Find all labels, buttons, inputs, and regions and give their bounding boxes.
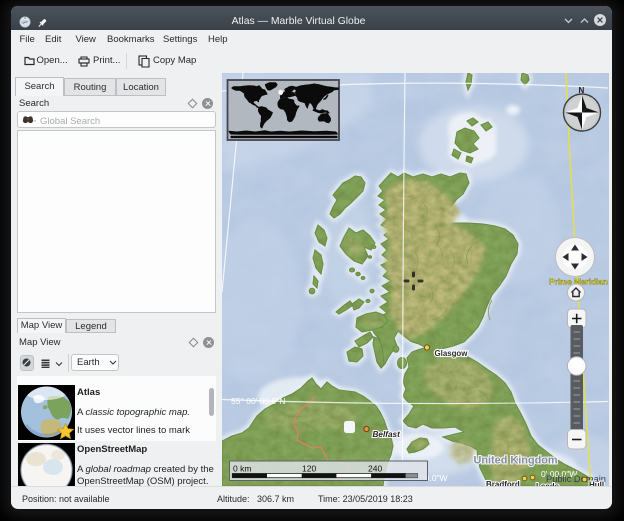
svg-text:55° 00' 00.0"N: 55° 00' 00.0"N: [231, 396, 285, 406]
svg-text:Glasgow: Glasgow: [435, 349, 469, 358]
svg-text:Bradford: Bradford: [486, 480, 520, 486]
svg-text:United Kingdom: United Kingdom: [474, 455, 558, 467]
svg-text:Leeds: Leeds: [536, 482, 560, 486]
svg-text:0 km: 0 km: [233, 464, 251, 474]
svg-text:Belfast: Belfast: [373, 430, 401, 439]
svg-text:120: 120: [302, 464, 316, 474]
svg-text:240: 240: [368, 464, 382, 474]
svg-text:Hull: Hull: [589, 481, 604, 487]
svg-text:N: N: [579, 86, 585, 95]
